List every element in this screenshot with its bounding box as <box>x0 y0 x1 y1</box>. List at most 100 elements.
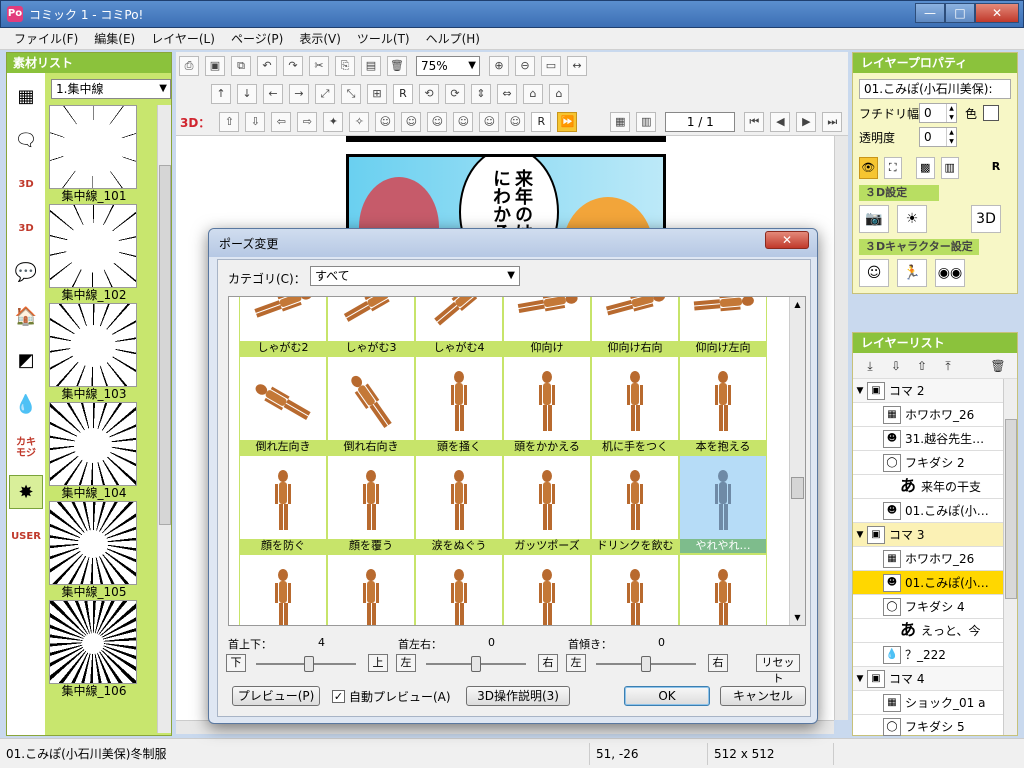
layer-row[interactable]: ◯ フキダシ 2 <box>853 451 1005 475</box>
neck-tilt-slider-knob[interactable] <box>641 656 651 672</box>
menu-edit[interactable]: 編集(E) <box>86 30 143 47</box>
delete-icon[interactable]: 🗑 <box>387 56 407 76</box>
asset-item[interactable]: 集中線_105 <box>49 501 139 599</box>
undo-icon[interactable]: ↶ <box>257 56 277 76</box>
layer-row[interactable]: ◯ フキダシ 4 <box>853 595 1005 619</box>
asset-item[interactable]: 集中線_103 <box>49 303 139 401</box>
pose-item[interactable]: 顔を覆う <box>327 455 415 554</box>
move-right-icon[interactable]: → <box>289 84 309 104</box>
neck-updown-decrease-button[interactable]: 下 <box>226 654 246 672</box>
effect-icon[interactable]: ✸ <box>9 475 43 509</box>
redo-icon[interactable]: ↷ <box>283 56 303 76</box>
minimize-button[interactable]: — <box>915 3 945 23</box>
close-button[interactable]: ✕ <box>975 3 1019 23</box>
layer-scrollbar[interactable] <box>1003 379 1017 735</box>
pose-item[interactable]: 頭を掻く <box>415 356 503 455</box>
move-top-icon[interactable]: ⤒ <box>939 357 957 375</box>
3d-tilt-left-icon[interactable]: ☺ <box>427 112 448 132</box>
spinner-arrows-icon[interactable]: ▲ ▼ <box>946 104 956 122</box>
layer-scroll-thumb[interactable] <box>1005 419 1017 599</box>
canvas-vertical-scrollbar[interactable] <box>834 136 848 720</box>
auto-preview-checkbox[interactable]: ✓ <box>332 690 345 703</box>
layer-group-row[interactable]: ▼ ▣ コマ 2 <box>853 379 1005 403</box>
asset-item[interactable]: 集中線_101 <box>49 105 139 203</box>
neck-leftright-slider-knob[interactable] <box>471 656 481 672</box>
drop-icon[interactable]: 💧 <box>9 387 43 421</box>
trash-icon[interactable]: 🗑 <box>989 357 1007 375</box>
pose-item[interactable]: しゃがむ4 <box>415 297 503 356</box>
lock-icon[interactable]: ⌂ <box>523 84 543 104</box>
layer-row[interactable]: あえっと、今 <box>853 619 1005 643</box>
cancel-button[interactable]: キャンセル <box>720 686 806 706</box>
opacity-spinner[interactable]: 0 ▲ ▼ <box>919 127 957 147</box>
lights-icon[interactable]: ☀ <box>897 205 927 233</box>
scale-down-icon[interactable]: ⤡ <box>341 84 361 104</box>
pose-scrollbar[interactable]: ▲ ▼ <box>789 297 805 625</box>
neck-tilt-increase-button[interactable]: 右 <box>708 654 728 672</box>
menu-tools[interactable]: ツール(T) <box>349 30 418 47</box>
layer-row[interactable]: ☻ 01.こみぽ(小… <box>853 571 1005 595</box>
ok-button[interactable]: OK <box>624 686 710 706</box>
scroll-up-icon[interactable]: ▲ <box>790 297 805 312</box>
page-indicator[interactable]: 1 / 1 <box>665 112 736 132</box>
move-down-icon[interactable]: ↓ <box>237 84 257 104</box>
first-page-icon[interactable]: ⏮ <box>744 112 765 132</box>
move-up-icon[interactable]: ↑ <box>211 84 231 104</box>
neck-updown-slider-knob[interactable] <box>304 656 314 672</box>
asset-item[interactable]: 集中線_106 <box>49 600 139 698</box>
pose-item[interactable]: 机に手をつく <box>591 356 679 455</box>
3d-left-icon[interactable]: ⇦ <box>271 112 292 132</box>
scale-up-icon[interactable]: ⤢ <box>315 84 335 104</box>
layer-row[interactable]: ▦ ホワホワ_26 <box>853 547 1005 571</box>
reset-r-icon[interactable]: R <box>987 157 1005 179</box>
pose-scroll-thumb[interactable] <box>791 477 804 499</box>
print-icon[interactable]: ⎙ <box>179 56 199 76</box>
pose-item[interactable]: 本を抱える <box>679 356 767 455</box>
crop-icon[interactable]: ⛶ <box>883 157 902 179</box>
move-bottom-icon[interactable]: ⤓ <box>861 357 879 375</box>
layer-row[interactable]: ▦ ショック_01 a <box>853 691 1005 715</box>
move-up-icon[interactable]: ⇧ <box>913 357 931 375</box>
eyes-icon[interactable]: ◉◉ <box>935 259 965 287</box>
menu-page[interactable]: ページ(P) <box>223 30 291 47</box>
pose-item[interactable]: ドリンクを飲む <box>591 455 679 554</box>
3d-rotate-right-icon[interactable]: ☺ <box>401 112 422 132</box>
copy-page-icon[interactable]: ⧉ <box>231 56 251 76</box>
speech-bubble-icon[interactable]: 💬 <box>9 255 43 289</box>
3d-spin-icon[interactable]: ☺ <box>505 112 526 132</box>
menu-help[interactable]: ヘルプ(H) <box>418 30 488 47</box>
pose-item[interactable] <box>591 554 679 625</box>
dialog-close-button[interactable]: ✕ <box>765 231 809 249</box>
3d-up-icon[interactable]: ⇧ <box>219 112 240 132</box>
asset-scroll-thumb[interactable] <box>159 165 171 525</box>
3d-right-icon[interactable]: ⇨ <box>297 112 318 132</box>
pose-item[interactable]: 仰向け右向 <box>591 297 679 356</box>
layer-row[interactable]: ☻ 01.こみぽ(小… <box>853 499 1005 523</box>
3d-view-icon[interactable]: 3D <box>971 205 1001 233</box>
pose-item[interactable]: しゃがむ2 <box>239 297 327 356</box>
layer-row[interactable]: あ来年の干支 <box>853 475 1005 499</box>
page-remove-icon[interactable]: ▥ <box>636 112 657 132</box>
pose-item[interactable] <box>327 554 415 625</box>
transparency-icon[interactable]: ▩ <box>916 157 935 179</box>
layer-group-row[interactable]: ▼ ▣ コマ 3 <box>853 523 1005 547</box>
prev-page-icon[interactable]: ◀ <box>770 112 791 132</box>
3d-zoom-out-icon[interactable]: ✧ <box>349 112 370 132</box>
paste-icon[interactable]: ▤ <box>361 56 381 76</box>
neck-updown-increase-button[interactable]: 上 <box>368 654 388 672</box>
asset-item[interactable]: 集中線_102 <box>49 204 139 302</box>
pose-item[interactable]: 倒れ右向き <box>327 356 415 455</box>
neck-leftright-decrease-button[interactable]: 左 <box>396 654 416 672</box>
user-icon[interactable]: USER <box>9 519 43 553</box>
menu-layer[interactable]: レイヤー(L) <box>143 30 223 47</box>
color-swatch[interactable] <box>983 105 1000 121</box>
preview-button[interactable]: プレビュー(P) <box>232 686 320 706</box>
3d-down-icon[interactable]: ⇩ <box>245 112 266 132</box>
layer-row[interactable]: ☻ 31.越谷先生… <box>853 427 1005 451</box>
expand-toggle-icon[interactable]: ▼ <box>853 530 867 540</box>
menu-file[interactable]: ファイル(F) <box>6 30 86 47</box>
3d-cube-icon[interactable]: 3D <box>9 211 43 245</box>
katakana-moji-icon[interactable]: カキ モジ <box>9 431 43 465</box>
menu-view[interactable]: 表示(V) <box>291 30 349 47</box>
3d-rotate-left-icon[interactable]: ☺ <box>375 112 396 132</box>
